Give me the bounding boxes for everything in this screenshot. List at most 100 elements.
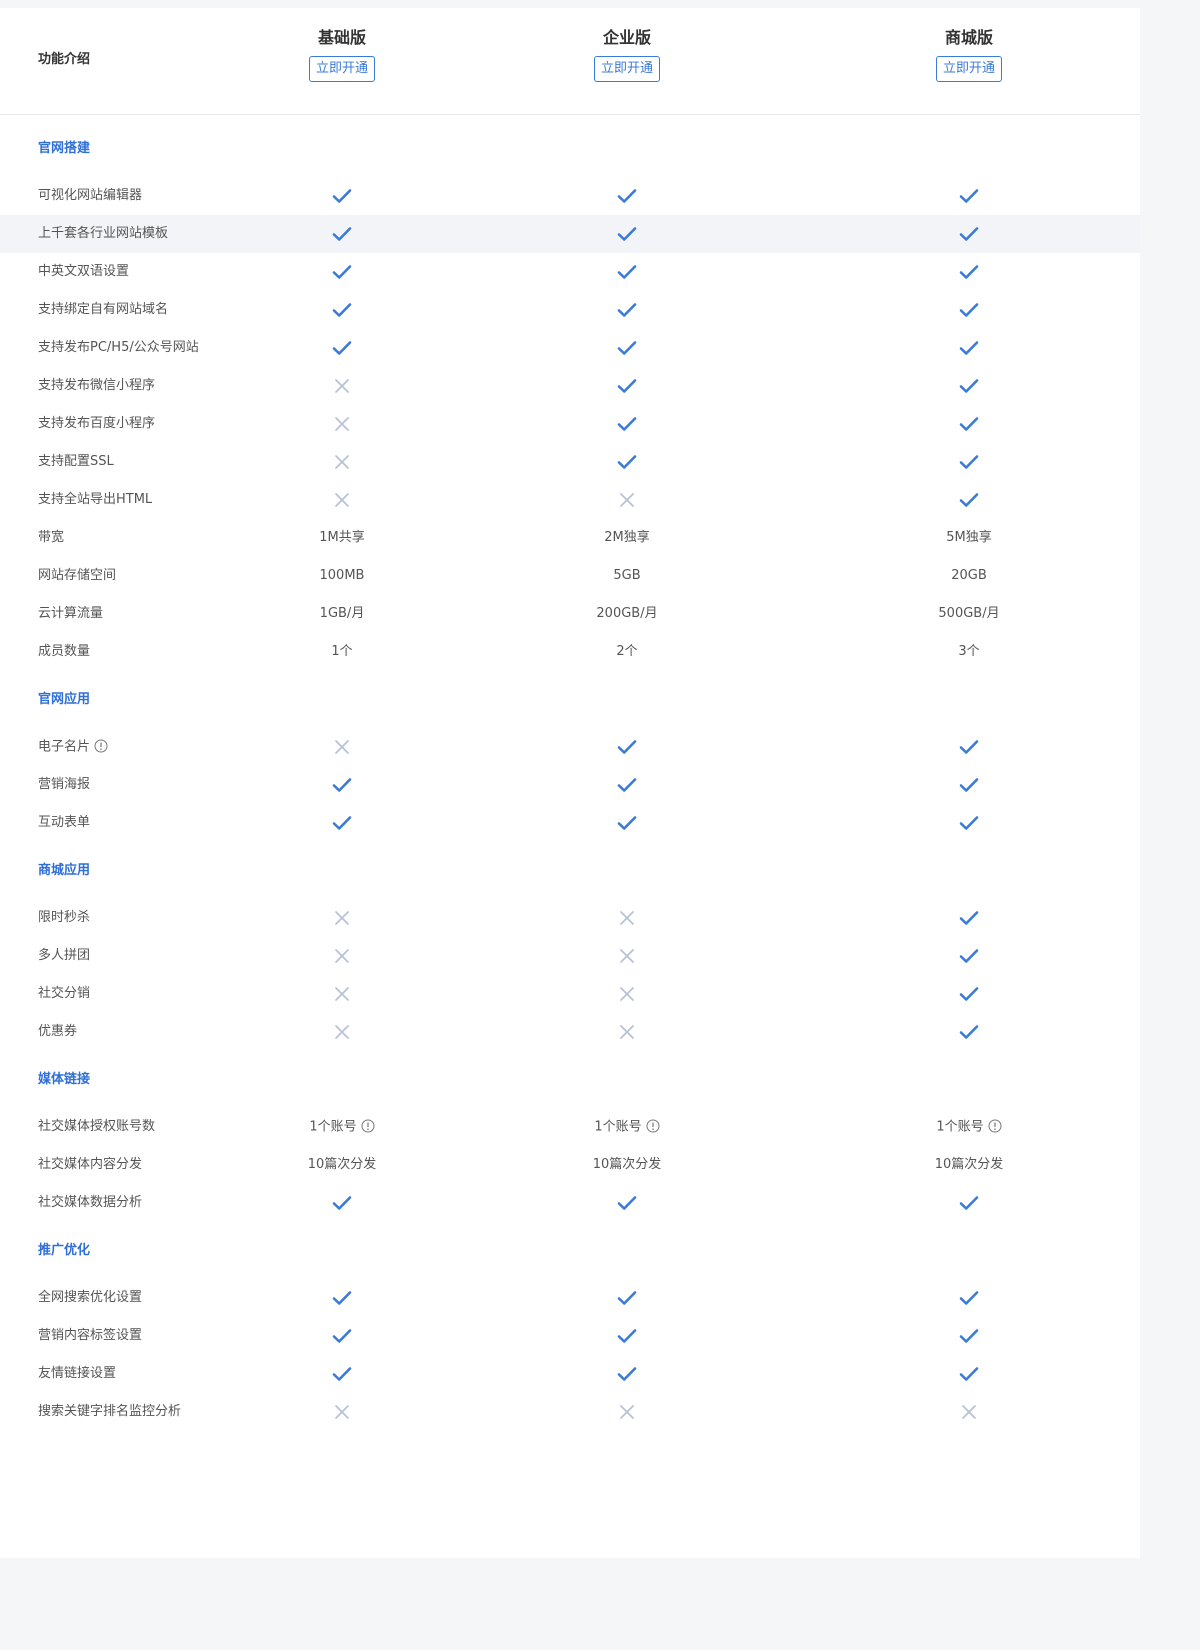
feature-label-text: 搜索关键字排名监控分析: [38, 1404, 182, 1419]
table-header: 功能介绍 基础版 立即开通 企业版 立即开通 商城版 立即开通: [0, 8, 1140, 115]
check-icon: [527, 1317, 727, 1355]
check-icon: [869, 405, 1069, 443]
table-row: 支持全站导出HTML: [0, 481, 1140, 519]
feature-label: 上千套各行业网站模板: [38, 215, 168, 253]
plan-value: 3个: [869, 633, 1069, 671]
table-row: 多人拼团: [0, 937, 1140, 975]
table-row: 中英文双语设置: [0, 253, 1140, 291]
table-row: 上千套各行业网站模板: [0, 215, 1140, 253]
cross-icon: [242, 899, 442, 937]
table-row: 营销内容标签设置: [0, 1317, 1140, 1355]
check-icon: [869, 177, 1069, 215]
check-icon: [527, 1184, 727, 1222]
plan-value-text: 10篇次分发: [307, 1157, 377, 1172]
cross-icon: [242, 443, 442, 481]
cross-icon: [527, 975, 727, 1013]
table-row: 可视化网站编辑器: [0, 177, 1140, 215]
table-row: 搜索关键字排名监控分析: [0, 1393, 1140, 1431]
check-icon: [527, 291, 727, 329]
check-icon: [527, 367, 727, 405]
check-icon: [527, 766, 727, 804]
check-icon: [242, 766, 442, 804]
plan-name-mall: 商城版: [944, 28, 993, 47]
info-icon[interactable]: [94, 727, 108, 765]
check-icon: [527, 1279, 727, 1317]
table-row: 互动表单: [0, 804, 1140, 842]
plan-value: 2个: [527, 633, 727, 671]
info-icon[interactable]: [646, 1107, 660, 1145]
feature-label-text: 支持全站导出HTML: [38, 492, 153, 507]
feature-label-text: 社交媒体授权账号数: [38, 1119, 156, 1134]
feature-label: 可视化网站编辑器: [38, 177, 142, 215]
feature-label-text: 网站存储空间: [38, 568, 117, 583]
feature-label: 电子名片: [38, 728, 108, 767]
table-row: 社交媒体授权账号数 1个账号 1个账号 1个账号: [0, 1108, 1140, 1146]
plan-value-text: 100MB: [319, 568, 365, 583]
plan-value-text: 1GB/月: [319, 606, 365, 621]
feature-label-text: 支持发布PC/H5/公众号网站: [38, 340, 199, 355]
pricing-comparison-panel: 功能介绍 基础版 立即开通 企业版 立即开通 商城版 立即开通 官网搭建 可视化网…: [0, 8, 1140, 1558]
check-icon: [869, 329, 1069, 367]
info-icon[interactable]: [361, 1107, 375, 1145]
check-icon: [527, 443, 727, 481]
cross-icon: [242, 975, 442, 1013]
table-row: 支持发布百度小程序: [0, 405, 1140, 443]
check-icon: [869, 291, 1069, 329]
section-title: 媒体链接: [38, 1072, 91, 1087]
info-icon[interactable]: [988, 1107, 1002, 1145]
feature-label-text: 中英文双语设置: [38, 264, 130, 279]
table-row: 带宽 1M共享 2M独享 5M独享: [0, 519, 1140, 557]
table-row: 社交媒体数据分析: [0, 1184, 1140, 1222]
check-icon: [869, 728, 1069, 766]
feature-label-text: 友情链接设置: [38, 1366, 117, 1381]
feature-label: 云计算流量: [38, 595, 103, 633]
table-row: 网站存储空间 100MB 5GB 20GB: [0, 557, 1140, 595]
plan-value-text: 2M独享: [604, 530, 650, 545]
open-enterprise-button[interactable]: 立即开通: [593, 56, 660, 82]
check-icon: [242, 253, 442, 291]
plan-value: 1个账号: [527, 1108, 727, 1146]
feature-label: 优惠券: [38, 1013, 77, 1051]
feature-label-text: 支持配置SSL: [38, 454, 114, 469]
feature-label-text: 营销内容标签设置: [38, 1328, 143, 1343]
cross-icon: [527, 937, 727, 975]
plan-value: 2M独享: [527, 519, 727, 557]
plan-value-text: 200GB/月: [596, 606, 658, 621]
cross-icon: [527, 481, 727, 519]
check-icon: [869, 1013, 1069, 1051]
check-icon: [242, 177, 442, 215]
open-basic-button[interactable]: 立即开通: [308, 56, 375, 82]
open-mall-button[interactable]: 立即开通: [935, 56, 1002, 82]
check-icon: [869, 1279, 1069, 1317]
plan-value-text: 1个: [331, 644, 353, 659]
feature-label-text: 可视化网站编辑器: [38, 188, 143, 203]
check-icon: [869, 804, 1069, 842]
feature-label: 支持发布百度小程序: [38, 405, 155, 443]
check-icon: [527, 329, 727, 367]
feature-label: 支持发布PC/H5/公众号网站: [38, 329, 199, 367]
table-row: 成员数量 1个 2个 3个: [0, 633, 1140, 671]
plan-value: 20GB: [869, 557, 1069, 595]
cross-icon: [242, 481, 442, 519]
feature-label: 支持绑定自有网站域名: [38, 291, 168, 329]
feature-label: 友情链接设置: [38, 1355, 116, 1393]
feature-label: 全网搜索优化设置: [38, 1279, 142, 1317]
check-icon: [242, 1184, 442, 1222]
check-icon: [527, 177, 727, 215]
feature-label: 支持配置SSL: [38, 443, 114, 481]
check-icon: [869, 937, 1069, 975]
section-title: 推广优化: [38, 1243, 91, 1258]
plan-value-text: 500GB/月: [938, 606, 1000, 621]
table-row: 限时秒杀: [0, 899, 1140, 937]
cross-icon: [242, 367, 442, 405]
check-icon: [242, 1317, 442, 1355]
plan-name-basic: 基础版: [317, 28, 366, 47]
check-icon: [869, 443, 1069, 481]
check-icon: [869, 367, 1069, 405]
feature-label-text: 云计算流量: [38, 606, 104, 621]
cross-icon: [242, 1013, 442, 1051]
table-row: 优惠券: [0, 1013, 1140, 1051]
feature-label: 限时秒杀: [38, 899, 90, 937]
check-icon: [869, 975, 1069, 1013]
cross-icon: [527, 1013, 727, 1051]
